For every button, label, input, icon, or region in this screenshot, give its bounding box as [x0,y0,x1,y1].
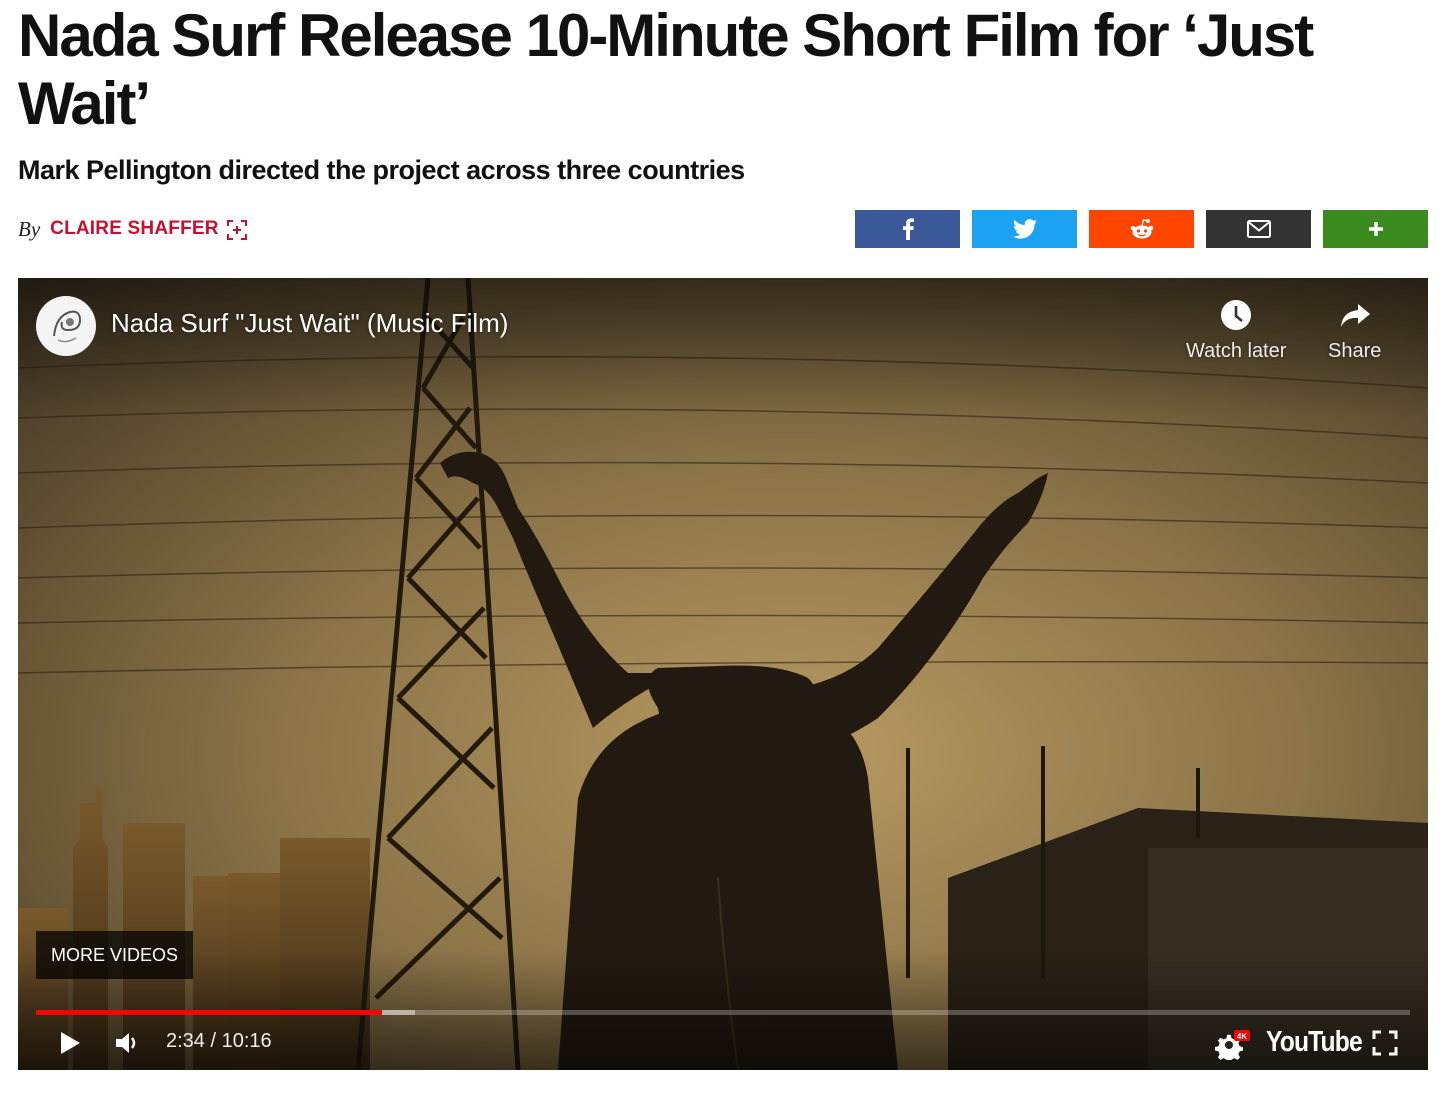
follow-author-icon[interactable] [226,220,247,240]
share-label: Share [1328,340,1382,362]
plus-icon [1368,222,1383,236]
article-headline: Nada Surf Release 10-Minute Short Film f… [18,2,1314,137]
video-title[interactable]: Nada Surf "Just Wait" (Music Film) [111,308,508,339]
more-videos-button[interactable]: MORE VIDEOS [36,931,194,979]
reddit-share-button[interactable] [1089,210,1194,248]
progress-played [36,1010,383,1015]
time-display: 2:34 / 10:16 [166,1030,272,1052]
more-share-button[interactable] [1323,210,1428,248]
quality-badge: 4K [1237,1032,1247,1041]
youtube-logo[interactable]: YouTube [1266,1026,1363,1059]
gear-icon: 4K [1214,1030,1250,1063]
fullscreen-button[interactable] [1372,1030,1398,1061]
share-bar [855,210,1428,248]
facebook-icon [902,218,914,240]
video-share-button[interactable]: Share [1328,298,1381,363]
watch-later-button[interactable]: Watch later [1186,298,1286,363]
byline-prefix: By [18,216,41,241]
author-link[interactable]: CLAIRE SHAFFER [50,218,219,240]
email-share-button[interactable] [1206,210,1311,248]
twitter-icon [1012,219,1037,239]
fullscreen-icon [1372,1030,1398,1056]
settings-button[interactable]: 4K [1214,1028,1250,1065]
play-button[interactable] [58,1030,82,1061]
twitter-share-button[interactable] [972,210,1077,248]
volume-icon [116,1033,136,1053]
byline: By CLAIRE SHAFFER [18,212,247,246]
email-icon [1246,220,1271,238]
volume-button[interactable] [114,1030,142,1061]
clock-icon [1221,300,1252,330]
article-subhead: Mark Pellington directed the project acr… [18,155,745,185]
play-icon [61,1032,80,1054]
progress-bar[interactable] [36,1010,1410,1015]
channel-avatar[interactable] [36,296,96,356]
facebook-share-button[interactable] [855,210,960,248]
reddit-icon [1130,219,1153,239]
video-player[interactable]: Nada Surf "Just Wait" (Music Film) Watch… [18,278,1428,1070]
share-arrow-icon [1340,304,1370,327]
watch-later-label: Watch later [1186,340,1287,362]
